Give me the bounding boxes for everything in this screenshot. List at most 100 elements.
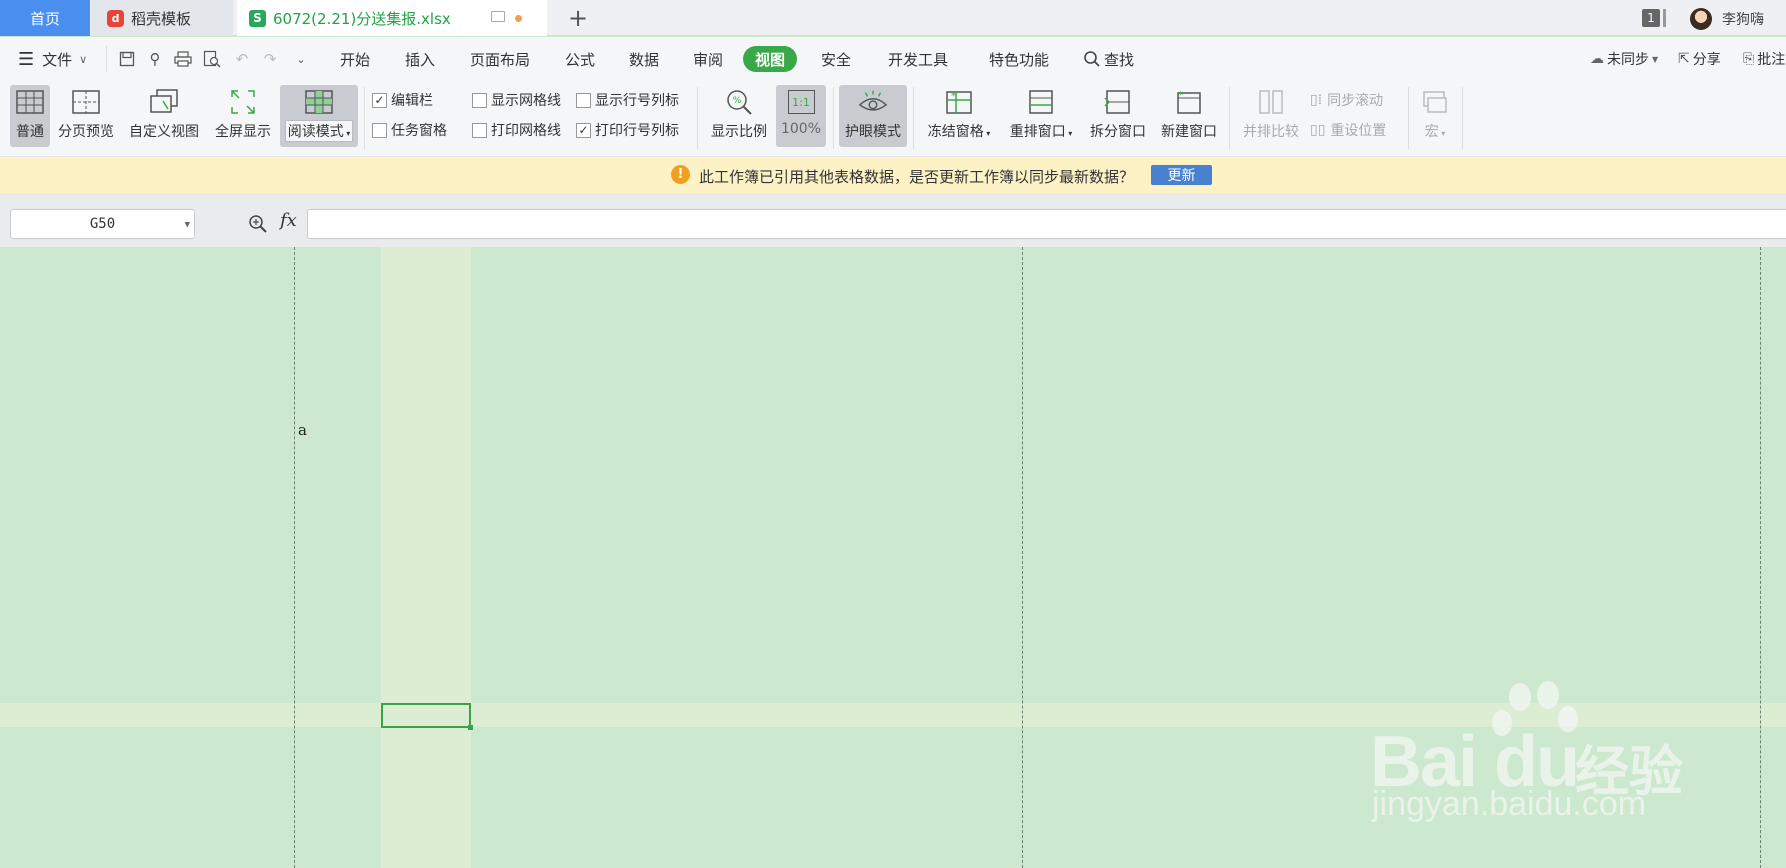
menu-formula[interactable]: 公式 (565, 37, 595, 81)
checkbox-unchecked-icon (472, 92, 487, 108)
print-preview-icon[interactable] (203, 50, 221, 68)
hamburger-icon: ☰ (18, 48, 35, 70)
cloud-icon: ☁ (1590, 51, 1604, 67)
insert-function-button[interactable]: fx (280, 210, 297, 231)
notification-message: 此工作簿已引用其他表格数据，是否更新工作簿以同步最新数据？ (699, 168, 1135, 186)
fullscreen-icon (228, 88, 258, 116)
show-gridlines-label: 显示网格线 (491, 93, 561, 109)
checkbox-unchecked-icon (472, 122, 487, 138)
quick-access-more-icon[interactable]: ⌄ (292, 50, 310, 68)
formula-input[interactable] (307, 209, 1786, 239)
docer-logo-icon: d (107, 9, 124, 27)
menu-special[interactable]: 特色功能 (989, 37, 1049, 81)
share-label: 分享 (1692, 52, 1721, 68)
page-break-label: 分页预览 (58, 124, 114, 140)
macro-icon (1420, 88, 1450, 116)
new-window-button[interactable]: * 新建窗口 (1156, 85, 1222, 147)
reading-mode-button[interactable]: 阅读模式 ▾ (280, 85, 358, 147)
update-button[interactable]: 更新 (1151, 165, 1212, 185)
custom-view-button[interactable]: 自定义视图 (125, 85, 203, 147)
menu-security[interactable]: 安全 (821, 37, 851, 81)
cell-value[interactable]: a (298, 421, 307, 439)
zoom-100-button[interactable]: 1:1 100% (776, 85, 826, 147)
edit-bar-checkbox[interactable]: ✓ 编辑栏 (372, 90, 433, 110)
avatar[interactable] (1690, 8, 1712, 30)
search-button[interactable]: 查找 (1083, 37, 1134, 81)
file-menu-button[interactable]: ☰ 文件 ∨ (18, 37, 87, 81)
zoom-icon: % (724, 88, 754, 116)
user-name[interactable]: 李狗嗨 (1722, 9, 1764, 29)
menu-data[interactable]: 数据 (629, 37, 659, 81)
redo-icon[interactable]: ↷ (261, 50, 279, 68)
tab-home[interactable]: 首页 (0, 0, 90, 36)
reset-position-button[interactable]: ▯▯ 重设位置 (1310, 120, 1386, 140)
print-gridlines-checkbox[interactable]: 打印网格线 (472, 120, 561, 140)
tab-spreadsheet-label: 6072(2.21)分送集报.xlsx (273, 9, 451, 28)
name-box[interactable]: G50 ▼ (10, 209, 195, 239)
share-icon: ⇱ (1678, 51, 1690, 67)
selected-row-highlight (0, 703, 1786, 727)
print-headers-checkbox[interactable]: ✓ 打印行号列标 (576, 120, 679, 140)
side-by-side-icon (1256, 88, 1286, 116)
sheet-grid[interactable]: a (0, 247, 1786, 868)
split-window-button[interactable]: 拆分窗口 (1085, 85, 1151, 147)
show-headers-checkbox[interactable]: 显示行号列标 (576, 90, 679, 110)
menu-page-layout[interactable]: 页面布局 (470, 37, 530, 81)
comment-label: 批注 (1757, 52, 1786, 68)
tab-templates[interactable]: d 稻壳模板 (91, 0, 233, 36)
monitor-icon[interactable] (491, 11, 505, 22)
comment-button[interactable]: ⎘ 批注 (1743, 37, 1785, 81)
window-bar-icon (1663, 9, 1666, 27)
print-icon[interactable] (174, 50, 192, 68)
save-icon[interactable] (118, 50, 136, 68)
tab-bar: 首页 d 稻壳模板 S 6072(2.21)分送集报.xlsx + 1 李狗嗨 (0, 0, 1786, 36)
undo-icon[interactable]: ↶ (233, 50, 251, 68)
fullscreen-button[interactable]: 全屏显示 (211, 85, 275, 147)
side-by-side-label: 并排比较 (1243, 124, 1299, 140)
chevron-down-icon: ∨ (79, 52, 88, 66)
window-count-badge[interactable]: 1 (1642, 9, 1660, 27)
actual-size-icon: 1:1 (786, 88, 816, 116)
eye-icon (858, 88, 888, 116)
task-pane-checkbox[interactable]: 任务窗格 (372, 120, 447, 140)
menu-developer[interactable]: 开发工具 (888, 37, 948, 81)
cell-reference: G50 (89, 216, 116, 232)
sync-scroll-label: 同步滚动 (1327, 93, 1384, 109)
page-break-icon (71, 88, 101, 116)
zoom-button[interactable]: % 显示比例 (706, 85, 772, 147)
search-icon (1084, 51, 1100, 67)
menu-start[interactable]: 开始 (340, 37, 370, 81)
checkbox-checked-icon: ✓ (576, 122, 591, 138)
zoom-100-label: 100% (780, 121, 822, 137)
sync-scroll-button[interactable]: ▯⁞ 同步滚动 (1310, 90, 1383, 110)
macro-button[interactable]: 宏 ▾ (1414, 85, 1456, 147)
notification-bar: ! 此工作簿已引用其他表格数据，是否更新工作簿以同步最新数据？ 更新 (0, 157, 1786, 193)
share-button[interactable]: ⇱ 分享 (1678, 37, 1721, 81)
arrange-windows-button[interactable]: 重排窗口 ▾ (1004, 85, 1078, 147)
menu-insert[interactable]: 插入 (405, 37, 435, 81)
eye-protection-button[interactable]: 护眼模式 (839, 85, 907, 147)
checkbox-checked-icon: ✓ (372, 92, 387, 108)
normal-view-button[interactable]: 普通 (10, 85, 50, 147)
sync-status-button[interactable]: ☁ 未同步 ▼ (1590, 37, 1658, 81)
task-pane-label: 任务窗格 (391, 123, 447, 139)
active-cell[interactable] (381, 703, 473, 730)
zoom-search-icon[interactable] (248, 214, 268, 234)
show-gridlines-checkbox[interactable]: 显示网格线 (472, 90, 561, 110)
menu-review[interactable]: 审阅 (693, 37, 723, 81)
menu-view[interactable]: 视图 (743, 46, 798, 72)
new-tab-button[interactable]: + (565, 4, 591, 32)
chevron-down-icon: ▾ (983, 129, 991, 138)
freeze-panes-button[interactable]: * 冻结窗格 ▾ (923, 85, 995, 147)
page-break-preview-button[interactable]: 分页预览 (54, 85, 118, 147)
tab-spreadsheet[interactable]: S 6072(2.21)分送集报.xlsx (237, 0, 547, 36)
page-break-line (1760, 247, 1761, 868)
custom-view-label: 自定义视图 (129, 124, 199, 140)
side-by-side-button[interactable]: 并排比较 (1238, 85, 1304, 147)
eye-protection-label: 护眼模式 (845, 124, 901, 140)
fill-handle[interactable] (468, 725, 473, 730)
formula-bar: G50 ▼ fx (0, 193, 1786, 247)
format-painter-icon[interactable]: ⚲ (146, 50, 164, 68)
freeze-panes-label: 冻结窗格 (927, 124, 984, 140)
comment-icon: ⎘ (1743, 51, 1755, 67)
